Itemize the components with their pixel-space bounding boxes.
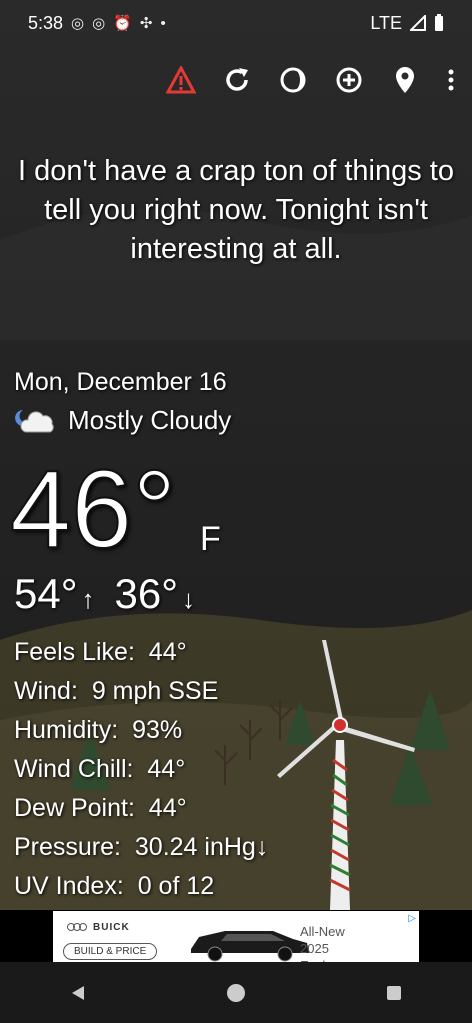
instagram-icon: ◎: [71, 15, 85, 32]
refresh-icon[interactable]: [220, 63, 254, 97]
ad-choices-icon[interactable]: ▷: [408, 913, 416, 924]
home-icon[interactable]: [225, 982, 247, 1004]
alarm-icon: ⏰: [113, 15, 132, 32]
low-temp: 36°: [114, 570, 179, 617]
detail-dew-point: Dew Point: 44°: [14, 794, 187, 822]
detail-humidity: Humidity: 93%: [14, 716, 183, 744]
condition-label: Mostly Cloudy: [68, 405, 232, 435]
warning-triangle-icon[interactable]: [164, 63, 198, 97]
current-temperature: 46°: [9, 448, 177, 571]
battery-icon: [435, 14, 443, 31]
status-time: 5:38: [28, 12, 64, 33]
toolbar: [164, 60, 458, 100]
location-pin-icon[interactable]: [388, 63, 422, 97]
ad-banner[interactable]: BUICK BUILD & PRICE All-New 2025 Enclave…: [53, 911, 419, 967]
moon-globe-icon[interactable]: [276, 63, 310, 97]
ad-cta-button[interactable]: BUILD & PRICE: [63, 943, 158, 960]
current-condition: Mostly Cloudy: [14, 405, 231, 436]
detail-wind-chill: Wind Chill: 44°: [14, 755, 186, 783]
navigation-bar: [0, 962, 472, 1023]
instagram-icon: ◎: [92, 15, 106, 32]
forecast-headline: I don't have a crap ton of things to tel…: [18, 155, 454, 265]
signal-icon: [410, 15, 426, 31]
ad-brand: BUICK: [93, 921, 130, 933]
add-circle-icon[interactable]: [332, 63, 366, 97]
detail-feels-like: Feels Like: 44°: [14, 638, 187, 666]
high-arrow-icon: ↑: [81, 584, 95, 614]
night-cloudy-icon: [15, 409, 54, 432]
detail-wind: Wind: 9 mph SSE: [14, 677, 219, 705]
network-type: LTE: [370, 12, 402, 33]
high-low: 54° ↑ 36° ↓: [14, 570, 195, 618]
low-arrow-icon: ↓: [182, 584, 196, 614]
dot-icon: •: [160, 14, 166, 32]
ad-line1: All-New: [300, 924, 345, 939]
detail-uv-index: UV Index: 0 of 12: [14, 872, 215, 900]
temperature-unit: F: [200, 520, 221, 558]
ad-line2: 2025: [300, 941, 329, 956]
status-bar: 5:38 ◎ ◎ ⏰ ✣ • LTE: [0, 0, 472, 46]
weather-details: Feels Like: 44° Wind: 9 mph SSE Humidity…: [14, 633, 268, 906]
buick-logo-icon: [67, 923, 87, 931]
overflow-menu-icon[interactable]: [444, 63, 458, 97]
detail-pressure: Pressure: 30.24 inHg↓: [14, 833, 269, 861]
fan-icon: ✣: [139, 15, 153, 32]
recents-icon[interactable]: [384, 983, 404, 1003]
suv-image: [191, 931, 309, 962]
current-date: Mon, December 16: [14, 368, 227, 396]
high-temp: 54°: [14, 570, 78, 617]
back-icon[interactable]: [68, 983, 88, 1003]
